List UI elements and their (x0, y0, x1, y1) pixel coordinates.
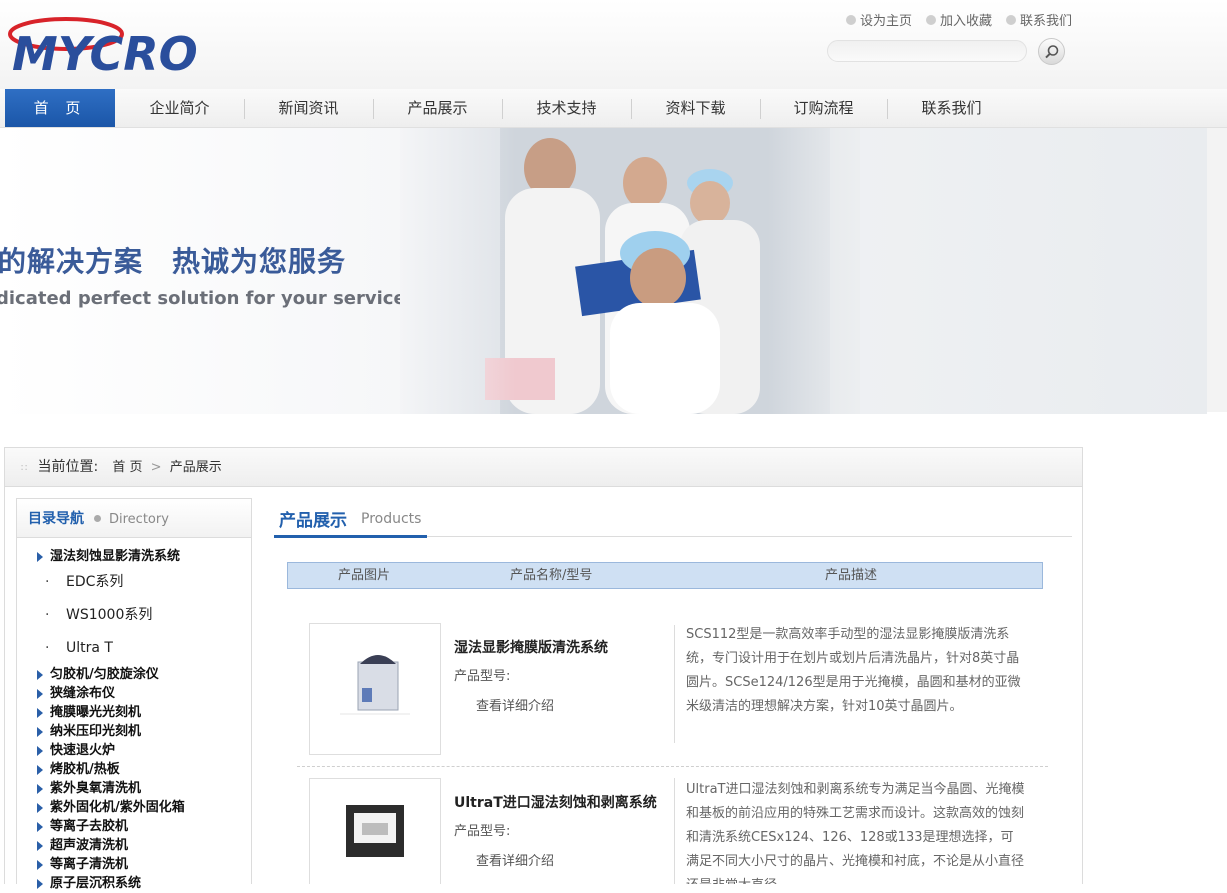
sidebar-header: 目录导航 Directory (17, 499, 251, 538)
search-icon (1044, 44, 1058, 58)
sidebar-category[interactable]: 紫外固化机/紫外固化箱 (17, 798, 251, 817)
product-description: UltraT进口湿法刻蚀和剥离系统专为满足当今晶圆、光掩模和基板的前沿应用的特殊… (686, 782, 1025, 884)
site-header: MYCRO 设为主页 加入收藏 联系我们 (0, 0, 1227, 89)
sidebar-category[interactable]: 湿法刻蚀显影清洗系统 (17, 547, 251, 566)
cleaning-system-icon (340, 655, 410, 715)
banner-slogan-cn: 的解决方案 热诚为您服务 (0, 245, 347, 278)
sidebar-category[interactable]: 等离子清洗机 (17, 855, 251, 874)
mycro-logo[interactable]: MYCRO (8, 8, 218, 76)
product-image[interactable] (309, 623, 441, 755)
etching-system-icon (346, 805, 404, 857)
breadcrumb-home[interactable]: 首 页 (112, 460, 142, 475)
product-name[interactable]: UltraT进口湿法刻蚀和剥离系统 (454, 792, 657, 812)
nav-contact[interactable]: 联系我们 (887, 89, 1016, 127)
top-links: 设为主页 加入收藏 联系我们 (845, 10, 1072, 29)
product-model: 产品型号: (454, 824, 511, 839)
sidebar-menu: 湿法刻蚀显影清洗系统EDC系列WS1000系列Ultra T匀胶机/匀胶旋涂仪狭… (17, 547, 251, 893)
nav-downloads[interactable]: 资料下载 (631, 89, 760, 127)
view-details-link[interactable]: 查看详细介绍 (476, 850, 554, 869)
title-accent-bar (274, 535, 427, 538)
product-name[interactable]: 湿法显影掩膜版清洗系统 (454, 637, 608, 657)
grip-icon: ∷ (21, 463, 28, 474)
banner-slogan-en: dicated perfect solution for your servic… (0, 288, 406, 309)
contact-us-link[interactable]: 联系我们 (1005, 10, 1072, 29)
column-header-name: 产品名称/型号 (510, 568, 593, 583)
breadcrumb: ∷ 当前位置: 首 页 > 产品展示 (5, 448, 1082, 487)
sidebar-category[interactable]: 烤胶机/热板 (17, 760, 251, 779)
sidebar-category[interactable]: 超声波清洗机 (17, 836, 251, 855)
bullet-icon (94, 515, 101, 522)
sidebar: 目录导航 Directory 湿法刻蚀显影清洗系统EDC系列WS1000系列Ult… (16, 498, 252, 891)
row-divider (297, 766, 1048, 767)
sidebar-title-en: Directory (109, 512, 169, 527)
nav-about[interactable]: 企业简介 (115, 89, 244, 127)
breadcrumb-separator: > (150, 460, 162, 475)
column-header-image: 产品图片 (338, 568, 391, 583)
sidebar-category[interactable]: 紫外臭氧清洗机 (17, 779, 251, 798)
main-nav: 首 页 企业简介 新闻资讯 产品展示 技术支持 资料下载 订购流程 联系我们 (0, 89, 1227, 128)
lab-staff-photo (400, 128, 860, 414)
sidebar-category[interactable]: 匀胶机/匀胶旋涂仪 (17, 665, 251, 684)
hero-banner: 的解决方案 热诚为您服务 dicated perfect solution fo… (0, 128, 1207, 414)
divider (674, 625, 675, 743)
sidebar-subitem[interactable]: WS1000系列 (17, 599, 251, 632)
product-model: 产品型号: (454, 669, 511, 684)
product-description: SCS112型是一款高效率手动型的湿法显影掩膜版清洗系统，专门设计用于在划片或划… (686, 627, 1021, 714)
sidebar-subitem[interactable]: Ultra T (17, 632, 251, 665)
breadcrumb-products[interactable]: 产品展示 (170, 460, 222, 475)
product-row: 湿法显影掩膜版清洗系统 产品型号: 查看详细介绍 SCS112型是一款高效率手动… (297, 623, 1048, 763)
section-title: 产品展示 (279, 511, 347, 531)
sidebar-category[interactable]: 狭缝涂布仪 (17, 684, 251, 703)
sidebar-title: 目录导航 (28, 511, 84, 527)
bullet-icon (845, 14, 856, 25)
sidebar-category[interactable]: 快速退火炉 (17, 741, 251, 760)
bullet-icon (1005, 14, 1016, 25)
sidebar-subitem[interactable]: EDC系列 (17, 566, 251, 599)
breadcrumb-label: 当前位置: (37, 459, 99, 475)
search-button[interactable] (1038, 38, 1065, 65)
bullet-icon (925, 14, 936, 25)
nav-support[interactable]: 技术支持 (502, 89, 631, 127)
column-header-description: 产品描述 (825, 568, 878, 583)
table-header: 产品图片 产品名称/型号 产品描述 (287, 562, 1043, 589)
search-input[interactable] (827, 40, 1027, 62)
section-title-en: Products (361, 511, 422, 527)
view-details-link[interactable]: 查看详细介绍 (476, 695, 554, 714)
scrollbar[interactable] (1207, 128, 1227, 412)
sidebar-category[interactable]: 纳米压印光刻机 (17, 722, 251, 741)
nav-order[interactable]: 订购流程 (760, 89, 887, 127)
add-favorite-link[interactable]: 加入收藏 (925, 10, 992, 29)
nav-news[interactable]: 新闻资讯 (244, 89, 373, 127)
divider (674, 778, 675, 884)
nav-home[interactable]: 首 页 (5, 89, 115, 127)
sidebar-category[interactable]: 掩膜曝光光刻机 (17, 703, 251, 722)
product-row: UltraT进口湿法刻蚀和剥离系统 产品型号: 查看详细介绍 UltraT进口湿… (297, 778, 1048, 884)
svg-text:MYCRO: MYCRO (12, 27, 198, 76)
sidebar-category[interactable]: 等离子去胶机 (17, 817, 251, 836)
set-homepage-link[interactable]: 设为主页 (845, 10, 912, 29)
product-image[interactable] (309, 778, 441, 884)
nav-products[interactable]: 产品展示 (373, 89, 502, 127)
